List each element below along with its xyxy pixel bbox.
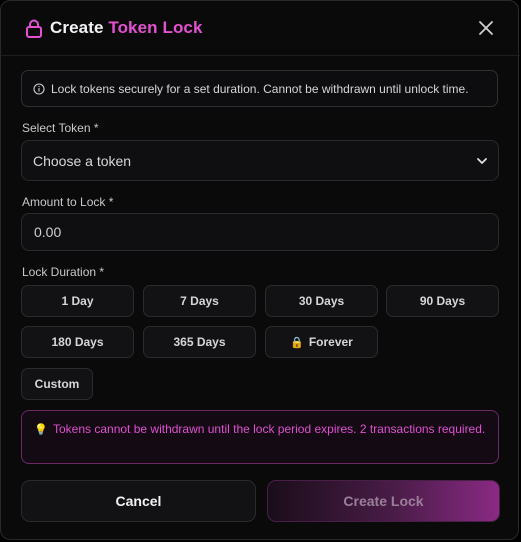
lock-icon: [26, 19, 42, 38]
amount-input[interactable]: [22, 214, 498, 250]
modal-header: Create Token Lock: [1, 1, 520, 56]
duration-7-days-button[interactable]: 7 Days: [143, 285, 256, 317]
token-select-value: Choose a token: [33, 153, 132, 169]
lock-duration-label: Lock Duration *: [22, 265, 105, 279]
warning-banner: 💡 Tokens cannot be withdrawn until the l…: [21, 410, 499, 464]
cancel-button-label: Cancel: [115, 493, 162, 509]
duration-option-label: Custom: [34, 377, 80, 391]
duration-option-label: 90 Days: [419, 294, 466, 308]
duration-option-label: Forever: [308, 335, 353, 349]
padlock-emoji-icon: 🔒: [290, 336, 304, 349]
duration-365-days-button[interactable]: 365 Days: [143, 326, 256, 358]
create-token-lock-modal: Create Token Lock Lock tokens securely f…: [0, 0, 520, 540]
close-icon[interactable]: [476, 18, 496, 38]
create-lock-button[interactable]: Create Lock: [267, 480, 500, 522]
info-text: Lock tokens securely for a set duration.…: [51, 82, 469, 96]
duration-180-days-button[interactable]: 180 Days: [21, 326, 134, 358]
duration-option-label: 1 Day: [61, 294, 94, 308]
duration-custom-button[interactable]: Custom: [21, 368, 93, 400]
cancel-button[interactable]: Cancel: [21, 480, 256, 522]
token-select[interactable]: Choose a token: [21, 140, 499, 181]
duration-30-days-button[interactable]: 30 Days: [265, 285, 378, 317]
duration-1-day-button[interactable]: 1 Day: [21, 285, 134, 317]
amount-label: Amount to Lock *: [22, 195, 114, 209]
chevron-down-icon: [477, 158, 487, 164]
duration-option-label: 365 Days: [173, 335, 226, 349]
info-icon: [33, 83, 45, 95]
modal-title-highlight: Token Lock: [108, 18, 203, 37]
modal-title-prefix: Create: [50, 18, 109, 37]
lightbulb-icon: 💡: [34, 424, 48, 436]
amount-field: [21, 213, 499, 251]
duration-forever-button[interactable]: 🔒 Forever: [265, 326, 378, 358]
duration-option-label: 30 Days: [298, 294, 345, 308]
duration-option-label: 180 Days: [51, 335, 104, 349]
warning-text: Tokens cannot be withdrawn until the loc…: [53, 422, 486, 436]
modal-title: Create Token Lock: [50, 18, 203, 38]
select-token-label: Select Token *: [22, 121, 99, 135]
create-lock-button-label: Create Lock: [343, 493, 424, 509]
duration-option-label: 7 Days: [180, 294, 219, 308]
duration-90-days-button[interactable]: 90 Days: [386, 285, 499, 317]
info-banner: Lock tokens securely for a set duration.…: [21, 70, 498, 107]
